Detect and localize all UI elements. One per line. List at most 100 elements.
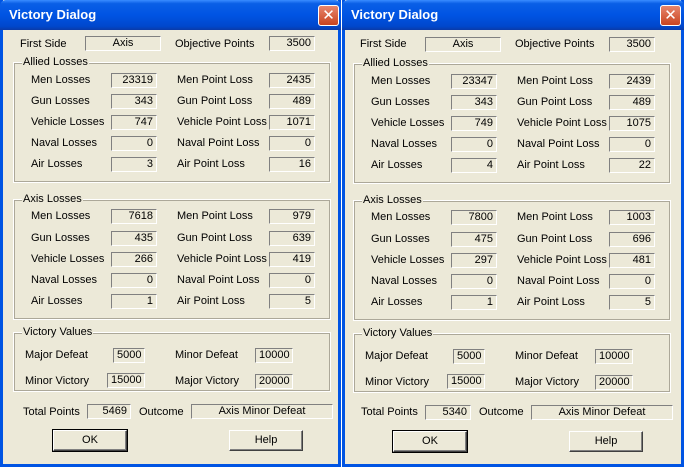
axis-gun-losses-label: Gun Losses (371, 233, 430, 245)
axis-vehicle-losses-field: 266 (111, 252, 157, 267)
axis-men-point-loss-label: Men Point Loss (517, 211, 593, 223)
axis-vehicle-losses-label: Vehicle Losses (31, 253, 105, 265)
minor-victory-label: Minor Victory (365, 376, 429, 388)
outcome-field: Axis Minor Defeat (191, 404, 333, 419)
allied-naval-point-loss-field: 0 (269, 136, 315, 151)
total-points-field: 5469 (87, 404, 131, 419)
axis-air-point-loss-label: Air Point Loss (177, 295, 245, 307)
victory-dialog-left: Victory Dialog ✕ First Side Axis Objecti… (0, 0, 341, 467)
axis-men-point-loss-label: Men Point Loss (177, 210, 253, 222)
ok-button[interactable]: OK (392, 430, 468, 453)
axis-vehicle-losses-label: Vehicle Losses (371, 254, 445, 266)
allied-gun-losses-label: Gun Losses (31, 95, 90, 107)
major-victory-field: 20000 (255, 374, 293, 389)
axis-naval-losses-field: 0 (451, 274, 497, 289)
first-side-field: Axis (85, 36, 161, 51)
axis-naval-point-loss-field: 0 (609, 274, 655, 289)
minor-victory-field: 15000 (107, 373, 145, 388)
axis-gun-point-loss-field: 696 (609, 232, 655, 247)
objective-points-label: Objective Points (515, 38, 595, 50)
major-defeat-label: Major Defeat (365, 350, 428, 362)
allied-air-losses-field: 3 (111, 157, 157, 172)
axis-air-losses-field: 1 (111, 294, 157, 309)
major-defeat-field: 5000 (453, 349, 485, 364)
title-bar[interactable]: Victory Dialog ✕ (342, 0, 684, 30)
allied-air-point-loss-field: 16 (269, 157, 315, 172)
ok-button[interactable]: OK (52, 429, 128, 452)
allied-gun-losses-field: 343 (111, 94, 157, 109)
allied-naval-losses-label: Naval Losses (31, 137, 98, 149)
major-victory-label: Major Victory (175, 375, 239, 387)
allied-air-point-loss-field: 22 (609, 158, 655, 173)
axis-vehicle-point-loss-field: 481 (609, 253, 655, 268)
allied-vehicle-losses-field: 749 (451, 116, 497, 131)
allied-men-point-loss-field: 2439 (609, 74, 655, 89)
minor-defeat-field: 10000 (255, 348, 293, 363)
axis-air-losses-label: Air Losses (31, 295, 83, 307)
axis-vehicle-point-loss-field: 419 (269, 252, 315, 267)
axis-men-losses-label: Men Losses (31, 210, 91, 222)
allied-vehicle-losses-label: Vehicle Losses (371, 117, 445, 129)
outcome-label: Outcome (479, 406, 524, 418)
help-button[interactable]: Help (229, 430, 303, 451)
allied-air-losses-label: Air Losses (371, 159, 423, 171)
axis-men-losses-field: 7618 (111, 209, 157, 224)
outcome-field: Axis Minor Defeat (531, 405, 673, 420)
axis-air-point-loss-field: 5 (609, 295, 655, 310)
allied-vehicle-point-loss-field: 1071 (269, 115, 315, 130)
objective-points-field: 3500 (609, 37, 655, 52)
close-button[interactable]: ✕ (660, 5, 681, 26)
allied-naval-losses-label: Naval Losses (371, 138, 438, 150)
allied-vehicle-point-loss-label: Vehicle Point Loss (177, 116, 267, 128)
axis-gun-losses-field: 475 (451, 232, 497, 247)
allied-naval-point-loss-label: Naval Point Loss (177, 137, 260, 149)
allied-vehicle-point-loss-field: 1075 (609, 116, 655, 131)
axis-men-losses-field: 7800 (451, 210, 497, 225)
axis-naval-losses-label: Naval Losses (31, 274, 98, 286)
allied-men-losses-label: Men Losses (31, 74, 91, 86)
allied-vehicle-point-loss-label: Vehicle Point Loss (517, 117, 607, 129)
allied-men-losses-field: 23347 (451, 74, 497, 89)
axis-air-losses-field: 1 (451, 295, 497, 310)
major-victory-label: Major Victory (515, 376, 579, 388)
major-defeat-label: Major Defeat (25, 349, 88, 361)
allied-air-point-loss-label: Air Point Loss (517, 159, 585, 171)
objective-points-label: Objective Points (175, 38, 255, 50)
axis-vehicle-point-loss-label: Vehicle Point Loss (177, 253, 267, 265)
allied-air-losses-label: Air Losses (31, 158, 83, 170)
victory-values-title: Victory Values (362, 327, 434, 340)
allied-losses-title: Allied Losses (22, 56, 89, 69)
allied-losses-title: Allied Losses (362, 57, 429, 70)
close-button[interactable]: ✕ (318, 5, 339, 26)
axis-gun-point-loss-label: Gun Point Loss (177, 232, 253, 244)
allied-gun-losses-field: 343 (451, 95, 497, 110)
minor-defeat-label: Minor Defeat (175, 349, 238, 361)
allied-vehicle-losses-field: 747 (111, 115, 157, 130)
title-bar[interactable]: Victory Dialog ✕ (0, 0, 341, 30)
victory-values-title: Victory Values (22, 326, 94, 339)
allied-gun-point-loss-field: 489 (269, 94, 315, 109)
objective-points-field: 3500 (269, 36, 315, 51)
axis-men-point-loss-field: 1003 (609, 210, 655, 225)
axis-gun-point-loss-label: Gun Point Loss (517, 233, 593, 245)
major-defeat-field: 5000 (113, 348, 145, 363)
allied-naval-point-loss-label: Naval Point Loss (517, 138, 600, 150)
allied-naval-point-loss-field: 0 (609, 137, 655, 152)
allied-air-point-loss-label: Air Point Loss (177, 158, 245, 170)
outcome-label: Outcome (139, 406, 184, 418)
help-button[interactable]: Help (569, 431, 643, 452)
dialog-title: Victory Dialog (9, 7, 97, 22)
total-points-label: Total Points (361, 406, 418, 418)
axis-air-losses-label: Air Losses (371, 296, 423, 308)
allied-vehicle-losses-label: Vehicle Losses (31, 116, 105, 128)
allied-air-losses-field: 4 (451, 158, 497, 173)
minor-victory-label: Minor Victory (25, 375, 89, 387)
axis-naval-point-loss-label: Naval Point Loss (177, 274, 260, 286)
axis-naval-losses-field: 0 (111, 273, 157, 288)
axis-gun-point-loss-field: 639 (269, 231, 315, 246)
first-side-field: Axis (425, 37, 501, 52)
allied-men-losses-label: Men Losses (371, 75, 431, 87)
axis-naval-point-loss-field: 0 (269, 273, 315, 288)
allied-gun-point-loss-label: Gun Point Loss (517, 96, 593, 108)
allied-gun-point-loss-label: Gun Point Loss (177, 95, 253, 107)
